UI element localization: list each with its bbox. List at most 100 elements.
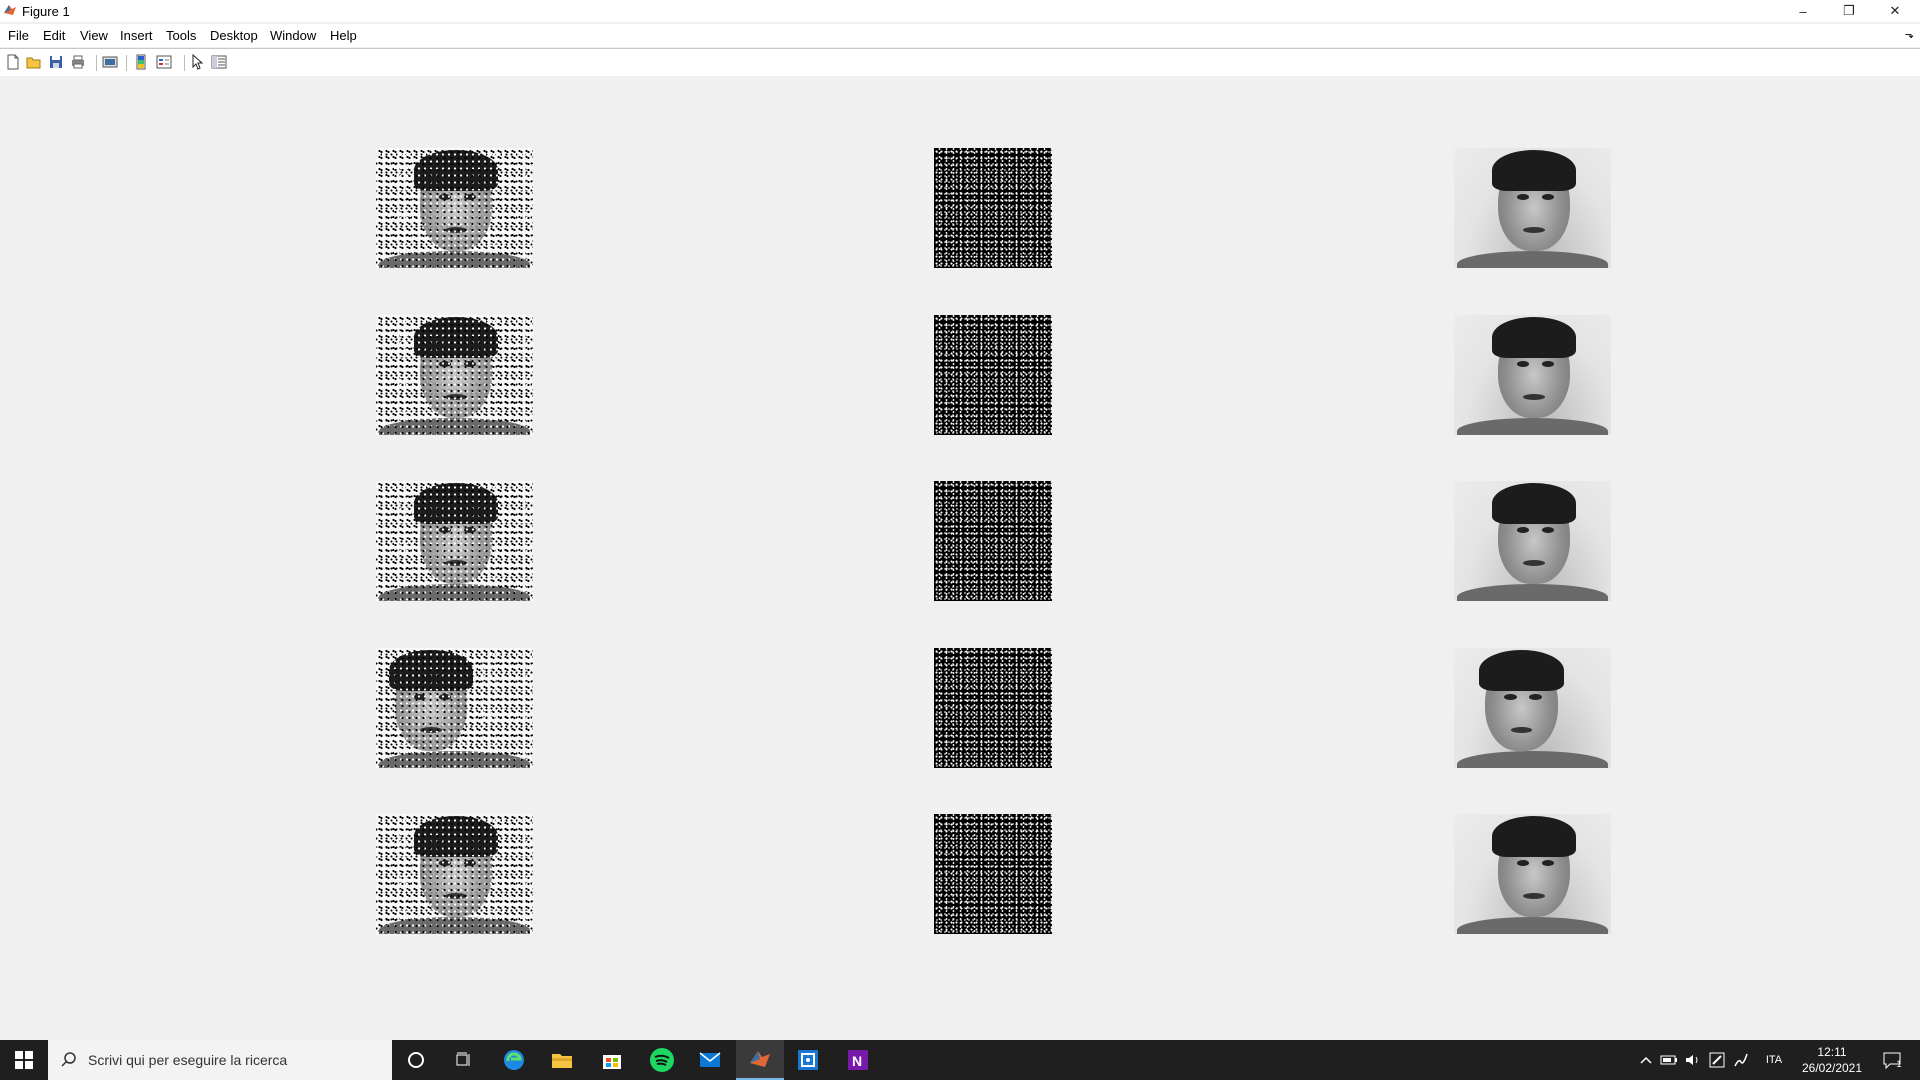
- figure-canvas: [0, 76, 1920, 1040]
- task-view-button[interactable]: [440, 1040, 488, 1080]
- window-title: Figure 1: [22, 4, 70, 19]
- hair-shape: [1491, 150, 1577, 192]
- toolbar-separator: [96, 55, 97, 71]
- close-button[interactable]: ✕: [1872, 0, 1918, 22]
- restore-icon: ❐: [1843, 3, 1855, 18]
- start-button[interactable]: [0, 1040, 48, 1080]
- menu-view[interactable]: View: [80, 28, 108, 43]
- clean-face-image[interactable]: [1454, 814, 1611, 934]
- noise-pattern-image[interactable]: [934, 814, 1052, 934]
- onenote-button[interactable]: N: [834, 1040, 882, 1080]
- menu-file[interactable]: File: [8, 28, 29, 43]
- edge-button[interactable]: [490, 1040, 538, 1080]
- eye-shape: [1541, 859, 1555, 866]
- mail-button[interactable]: [686, 1040, 734, 1080]
- new-figure-icon[interactable]: [4, 53, 22, 71]
- clock-time: 12:11: [1817, 1045, 1847, 1059]
- hair-shape: [1491, 816, 1577, 858]
- onenote-icon: N: [848, 1050, 868, 1070]
- svg-text:N: N: [852, 1053, 862, 1069]
- tray-overflow-button[interactable]: [1636, 1040, 1656, 1080]
- volume-button[interactable]: [1682, 1040, 1704, 1080]
- print-icon[interactable]: [69, 53, 87, 71]
- eye-shape: [1541, 526, 1555, 533]
- search-icon: [61, 1052, 76, 1067]
- eye-shape: [1504, 693, 1517, 700]
- noisy-face-image[interactable]: [376, 481, 533, 601]
- speaker-icon: [1686, 1055, 1698, 1065]
- snip-app-button[interactable]: [784, 1040, 832, 1080]
- noise-pattern-image[interactable]: [934, 481, 1052, 601]
- print-preview-icon[interactable]: [101, 53, 119, 71]
- dock-arrow-icon[interactable]: ⬎: [1905, 28, 1914, 41]
- clean-face-image[interactable]: [1454, 481, 1611, 601]
- spotify-icon: [650, 1048, 674, 1072]
- shoulders-shape: [1457, 584, 1608, 601]
- ink-icon: [1734, 1053, 1748, 1067]
- hair-shape: [1491, 317, 1577, 359]
- pen-workspace-button[interactable]: [1706, 1040, 1728, 1080]
- taskbar-search[interactable]: Scrivi qui per eseguire la ricerca: [48, 1040, 392, 1080]
- clean-face-image[interactable]: [1454, 648, 1611, 768]
- clean-face-image[interactable]: [1454, 315, 1611, 435]
- restore-button[interactable]: ❐: [1826, 0, 1872, 22]
- edit-plot-icon[interactable]: [188, 53, 206, 71]
- edge-icon: [504, 1050, 524, 1070]
- cortana-icon: [408, 1052, 424, 1068]
- figure-toolbar: [0, 48, 1920, 77]
- file-explorer-icon: [552, 1054, 572, 1068]
- shoulders-shape: [1457, 418, 1608, 435]
- language-indicator[interactable]: ITA: [1760, 1040, 1788, 1080]
- property-inspector-icon[interactable]: [210, 53, 228, 71]
- open-file-icon[interactable]: [25, 53, 43, 71]
- noisy-face-image[interactable]: [376, 148, 533, 268]
- noise-overlay: [376, 814, 533, 934]
- shoulders-shape: [1457, 917, 1608, 934]
- close-icon: ✕: [1889, 3, 1901, 18]
- noisy-face-image[interactable]: [376, 648, 533, 768]
- menu-help[interactable]: Help: [330, 28, 357, 43]
- eye-shape: [1529, 693, 1542, 700]
- noise-overlay: [376, 148, 533, 268]
- title-bar: Figure 1 – ❐ ✕: [0, 0, 1920, 22]
- colorbar-icon[interactable]: [132, 53, 150, 71]
- noise-pattern-image[interactable]: [934, 648, 1052, 768]
- shoulders-shape: [1457, 751, 1608, 768]
- noise-pattern-image[interactable]: [934, 148, 1052, 268]
- eye-shape: [1541, 193, 1555, 200]
- legend-icon[interactable]: [155, 53, 173, 71]
- battery-button[interactable]: [1658, 1040, 1680, 1080]
- task-view-icon: [456, 1052, 470, 1066]
- spotify-button[interactable]: [638, 1040, 686, 1080]
- noisy-face-image[interactable]: [376, 814, 533, 934]
- noisy-face-image[interactable]: [376, 315, 533, 435]
- menu-insert[interactable]: Insert: [120, 28, 153, 43]
- store-button[interactable]: [588, 1040, 636, 1080]
- pen-icon: [1709, 1052, 1725, 1068]
- ink-button[interactable]: [1730, 1040, 1752, 1080]
- store-icon: [603, 1055, 621, 1069]
- noise-overlay: [376, 481, 533, 601]
- clean-face-image[interactable]: [1454, 148, 1611, 268]
- shoulders-shape: [1457, 251, 1608, 268]
- toolbar-separator: [126, 55, 127, 71]
- notification-center-button[interactable]: 1: [1872, 1040, 1912, 1080]
- menu-desktop[interactable]: Desktop: [210, 28, 258, 43]
- file-explorer-button[interactable]: [538, 1040, 586, 1080]
- matlab-button[interactable]: [736, 1040, 784, 1080]
- search-placeholder: Scrivi qui per eseguire la ricerca: [88, 1052, 288, 1068]
- clock[interactable]: 12:11 26/02/2021: [1792, 1044, 1872, 1076]
- hair-shape: [1491, 483, 1577, 525]
- minimize-button[interactable]: –: [1780, 0, 1826, 22]
- menu-bar: File Edit View Insert Tools Desktop Wind…: [0, 24, 1920, 47]
- battery-icon: [1660, 1055, 1677, 1065]
- menu-tools[interactable]: Tools: [166, 28, 196, 43]
- mail-icon: [699, 1052, 721, 1067]
- save-icon[interactable]: [47, 53, 65, 71]
- menu-window[interactable]: Window: [270, 28, 316, 43]
- noise-pattern-image[interactable]: [934, 315, 1052, 435]
- windows-taskbar: Scrivi qui per eseguire la ricerca N ITA…: [0, 1040, 1920, 1080]
- cortana-button[interactable]: [392, 1040, 440, 1080]
- menu-edit[interactable]: Edit: [43, 28, 65, 43]
- matlab-icon: [750, 1051, 770, 1067]
